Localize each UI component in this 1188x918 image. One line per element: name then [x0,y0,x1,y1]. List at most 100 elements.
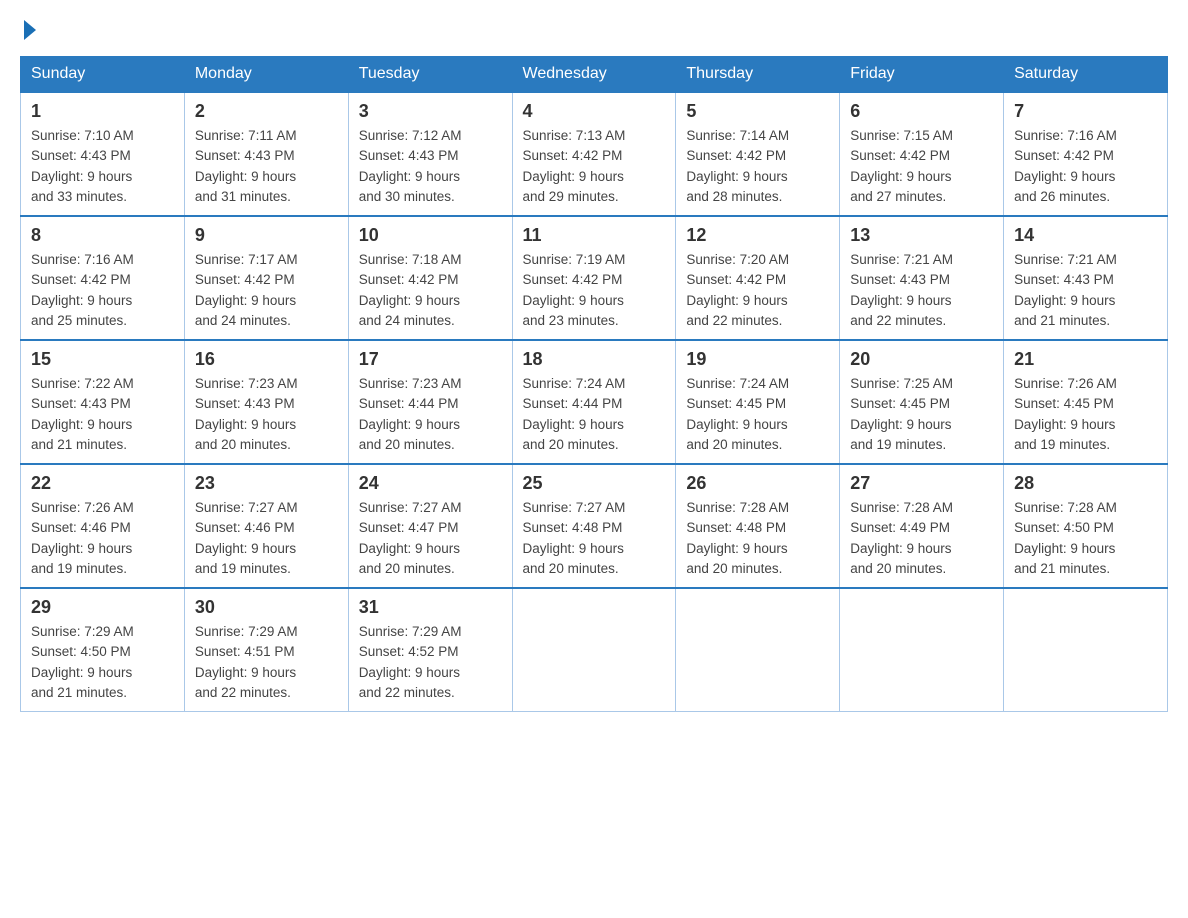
day-number: 23 [195,473,338,494]
calendar-day-cell [1004,588,1168,712]
calendar-day-cell: 18 Sunrise: 7:24 AM Sunset: 4:44 PM Dayl… [512,340,676,464]
calendar-day-cell: 25 Sunrise: 7:27 AM Sunset: 4:48 PM Dayl… [512,464,676,588]
day-info: Sunrise: 7:13 AM Sunset: 4:42 PM Dayligh… [523,126,666,207]
day-info: Sunrise: 7:24 AM Sunset: 4:45 PM Dayligh… [686,374,829,455]
day-number: 3 [359,101,502,122]
day-info: Sunrise: 7:23 AM Sunset: 4:43 PM Dayligh… [195,374,338,455]
calendar-week-row: 29 Sunrise: 7:29 AM Sunset: 4:50 PM Dayl… [21,588,1168,712]
day-info: Sunrise: 7:11 AM Sunset: 4:43 PM Dayligh… [195,126,338,207]
day-info: Sunrise: 7:29 AM Sunset: 4:52 PM Dayligh… [359,622,502,703]
calendar-day-cell: 10 Sunrise: 7:18 AM Sunset: 4:42 PM Dayl… [348,216,512,340]
calendar-day-header: Tuesday [348,57,512,93]
calendar-day-cell: 14 Sunrise: 7:21 AM Sunset: 4:43 PM Dayl… [1004,216,1168,340]
logo-arrow-icon [24,20,36,40]
day-number: 30 [195,597,338,618]
day-number: 27 [850,473,993,494]
calendar-day-header: Saturday [1004,57,1168,93]
day-number: 2 [195,101,338,122]
day-number: 14 [1014,225,1157,246]
calendar-week-row: 22 Sunrise: 7:26 AM Sunset: 4:46 PM Dayl… [21,464,1168,588]
calendar-header-row: SundayMondayTuesdayWednesdayThursdayFrid… [21,57,1168,93]
calendar-day-cell: 1 Sunrise: 7:10 AM Sunset: 4:43 PM Dayli… [21,92,185,216]
calendar-day-cell: 3 Sunrise: 7:12 AM Sunset: 4:43 PM Dayli… [348,92,512,216]
calendar-day-cell: 16 Sunrise: 7:23 AM Sunset: 4:43 PM Dayl… [184,340,348,464]
day-number: 4 [523,101,666,122]
calendar-day-cell: 2 Sunrise: 7:11 AM Sunset: 4:43 PM Dayli… [184,92,348,216]
day-number: 26 [686,473,829,494]
day-info: Sunrise: 7:10 AM Sunset: 4:43 PM Dayligh… [31,126,174,207]
calendar-day-header: Friday [840,57,1004,93]
calendar-day-cell: 4 Sunrise: 7:13 AM Sunset: 4:42 PM Dayli… [512,92,676,216]
day-info: Sunrise: 7:12 AM Sunset: 4:43 PM Dayligh… [359,126,502,207]
calendar-day-cell: 13 Sunrise: 7:21 AM Sunset: 4:43 PM Dayl… [840,216,1004,340]
day-number: 6 [850,101,993,122]
day-info: Sunrise: 7:20 AM Sunset: 4:42 PM Dayligh… [686,250,829,331]
calendar-day-cell: 9 Sunrise: 7:17 AM Sunset: 4:42 PM Dayli… [184,216,348,340]
calendar-day-cell: 29 Sunrise: 7:29 AM Sunset: 4:50 PM Dayl… [21,588,185,712]
day-info: Sunrise: 7:16 AM Sunset: 4:42 PM Dayligh… [1014,126,1157,207]
calendar-day-header: Monday [184,57,348,93]
calendar-day-cell: 6 Sunrise: 7:15 AM Sunset: 4:42 PM Dayli… [840,92,1004,216]
day-number: 25 [523,473,666,494]
day-number: 15 [31,349,174,370]
calendar-day-cell: 20 Sunrise: 7:25 AM Sunset: 4:45 PM Dayl… [840,340,1004,464]
calendar-day-cell: 11 Sunrise: 7:19 AM Sunset: 4:42 PM Dayl… [512,216,676,340]
day-info: Sunrise: 7:24 AM Sunset: 4:44 PM Dayligh… [523,374,666,455]
calendar-day-cell: 31 Sunrise: 7:29 AM Sunset: 4:52 PM Dayl… [348,588,512,712]
day-number: 12 [686,225,829,246]
day-info: Sunrise: 7:21 AM Sunset: 4:43 PM Dayligh… [850,250,993,331]
day-info: Sunrise: 7:28 AM Sunset: 4:48 PM Dayligh… [686,498,829,579]
calendar-day-cell: 7 Sunrise: 7:16 AM Sunset: 4:42 PM Dayli… [1004,92,1168,216]
day-number: 21 [1014,349,1157,370]
calendar-day-cell: 15 Sunrise: 7:22 AM Sunset: 4:43 PM Dayl… [21,340,185,464]
day-info: Sunrise: 7:18 AM Sunset: 4:42 PM Dayligh… [359,250,502,331]
day-number: 28 [1014,473,1157,494]
day-info: Sunrise: 7:26 AM Sunset: 4:45 PM Dayligh… [1014,374,1157,455]
calendar-day-header: Thursday [676,57,840,93]
day-info: Sunrise: 7:25 AM Sunset: 4:45 PM Dayligh… [850,374,993,455]
day-number: 8 [31,225,174,246]
calendar-day-cell: 27 Sunrise: 7:28 AM Sunset: 4:49 PM Dayl… [840,464,1004,588]
day-info: Sunrise: 7:16 AM Sunset: 4:42 PM Dayligh… [31,250,174,331]
day-number: 7 [1014,101,1157,122]
calendar-day-cell: 30 Sunrise: 7:29 AM Sunset: 4:51 PM Dayl… [184,588,348,712]
day-info: Sunrise: 7:27 AM Sunset: 4:46 PM Dayligh… [195,498,338,579]
calendar-day-cell: 22 Sunrise: 7:26 AM Sunset: 4:46 PM Dayl… [21,464,185,588]
calendar-day-cell: 17 Sunrise: 7:23 AM Sunset: 4:44 PM Dayl… [348,340,512,464]
day-number: 10 [359,225,502,246]
calendar-day-header: Wednesday [512,57,676,93]
day-info: Sunrise: 7:22 AM Sunset: 4:43 PM Dayligh… [31,374,174,455]
day-number: 11 [523,225,666,246]
day-number: 1 [31,101,174,122]
day-info: Sunrise: 7:17 AM Sunset: 4:42 PM Dayligh… [195,250,338,331]
day-number: 9 [195,225,338,246]
day-info: Sunrise: 7:29 AM Sunset: 4:51 PM Dayligh… [195,622,338,703]
day-number: 18 [523,349,666,370]
calendar-week-row: 8 Sunrise: 7:16 AM Sunset: 4:42 PM Dayli… [21,216,1168,340]
calendar-day-cell: 5 Sunrise: 7:14 AM Sunset: 4:42 PM Dayli… [676,92,840,216]
day-info: Sunrise: 7:27 AM Sunset: 4:48 PM Dayligh… [523,498,666,579]
header [20,20,1168,40]
day-info: Sunrise: 7:26 AM Sunset: 4:46 PM Dayligh… [31,498,174,579]
day-info: Sunrise: 7:14 AM Sunset: 4:42 PM Dayligh… [686,126,829,207]
calendar-day-cell: 21 Sunrise: 7:26 AM Sunset: 4:45 PM Dayl… [1004,340,1168,464]
calendar-day-cell [676,588,840,712]
day-number: 16 [195,349,338,370]
day-info: Sunrise: 7:27 AM Sunset: 4:47 PM Dayligh… [359,498,502,579]
calendar-week-row: 1 Sunrise: 7:10 AM Sunset: 4:43 PM Dayli… [21,92,1168,216]
calendar-day-cell: 8 Sunrise: 7:16 AM Sunset: 4:42 PM Dayli… [21,216,185,340]
day-number: 13 [850,225,993,246]
calendar-day-cell: 26 Sunrise: 7:28 AM Sunset: 4:48 PM Dayl… [676,464,840,588]
calendar-week-row: 15 Sunrise: 7:22 AM Sunset: 4:43 PM Dayl… [21,340,1168,464]
day-number: 20 [850,349,993,370]
day-info: Sunrise: 7:28 AM Sunset: 4:49 PM Dayligh… [850,498,993,579]
logo [20,20,36,40]
calendar-table: SundayMondayTuesdayWednesdayThursdayFrid… [20,56,1168,712]
day-number: 22 [31,473,174,494]
day-number: 31 [359,597,502,618]
day-number: 5 [686,101,829,122]
day-info: Sunrise: 7:29 AM Sunset: 4:50 PM Dayligh… [31,622,174,703]
day-info: Sunrise: 7:28 AM Sunset: 4:50 PM Dayligh… [1014,498,1157,579]
calendar-day-cell [512,588,676,712]
day-number: 24 [359,473,502,494]
